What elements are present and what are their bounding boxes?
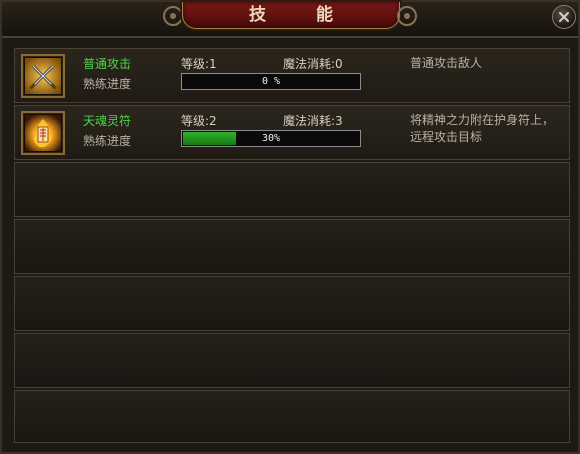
empty-skill-slot xyxy=(14,390,570,443)
close-icon xyxy=(559,12,569,22)
empty-skill-slot xyxy=(14,162,570,217)
proficiency-progress-bar: 30% xyxy=(181,130,361,147)
proficiency-progress-bar: 0 % xyxy=(181,73,361,90)
right-ornament-icon xyxy=(397,6,417,26)
progress-label: 熟练进度 xyxy=(83,77,132,91)
title-plate: 技 能 xyxy=(182,2,400,29)
skill-list: 普通攻击 熟练进度 等级:1 魔法消耗:0 0 % 普通攻击敌人 天魂灵符 熟练… xyxy=(14,48,570,445)
skill-name: 普通攻击 xyxy=(83,57,132,71)
skill-description: 普通攻击敌人 xyxy=(410,56,483,70)
empty-skill-slot xyxy=(14,276,570,331)
empty-skill-slot xyxy=(14,219,570,274)
empty-skill-slot xyxy=(14,333,570,388)
progress-text: 0 % xyxy=(261,76,281,87)
close-button[interactable] xyxy=(552,5,576,29)
flaming-talisman-icon[interactable] xyxy=(21,111,65,155)
skill-row[interactable]: 天魂灵符 熟练进度 等级:2 魔法消耗:3 30% 将精神之力附在护身符上，远程… xyxy=(14,105,570,160)
window-title: 技 能 xyxy=(249,5,355,25)
progress-text: 30% xyxy=(261,133,281,144)
skill-level: 等级:2 xyxy=(181,114,217,128)
skill-mana-cost: 魔法消耗:0 xyxy=(283,57,343,71)
skill-name: 天魂灵符 xyxy=(83,114,132,128)
skill-row[interactable]: 普通攻击 熟练进度 等级:1 魔法消耗:0 0 % 普通攻击敌人 xyxy=(14,48,570,103)
title-bar[interactable]: 技 能 xyxy=(2,2,578,38)
skill-level: 等级:1 xyxy=(181,57,217,71)
progress-label: 熟练进度 xyxy=(83,134,132,148)
skill-description: 将精神之力附在护身符上，远程攻击目标 xyxy=(410,113,555,144)
skills-window: 技 能 普通攻击 熟练进度 等级:1 魔法消耗:0 0 % 普通攻击敌人 天魂灵… xyxy=(0,0,580,454)
crossed-swords-icon[interactable] xyxy=(21,54,65,98)
skill-mana-cost: 魔法消耗:3 xyxy=(283,114,343,128)
